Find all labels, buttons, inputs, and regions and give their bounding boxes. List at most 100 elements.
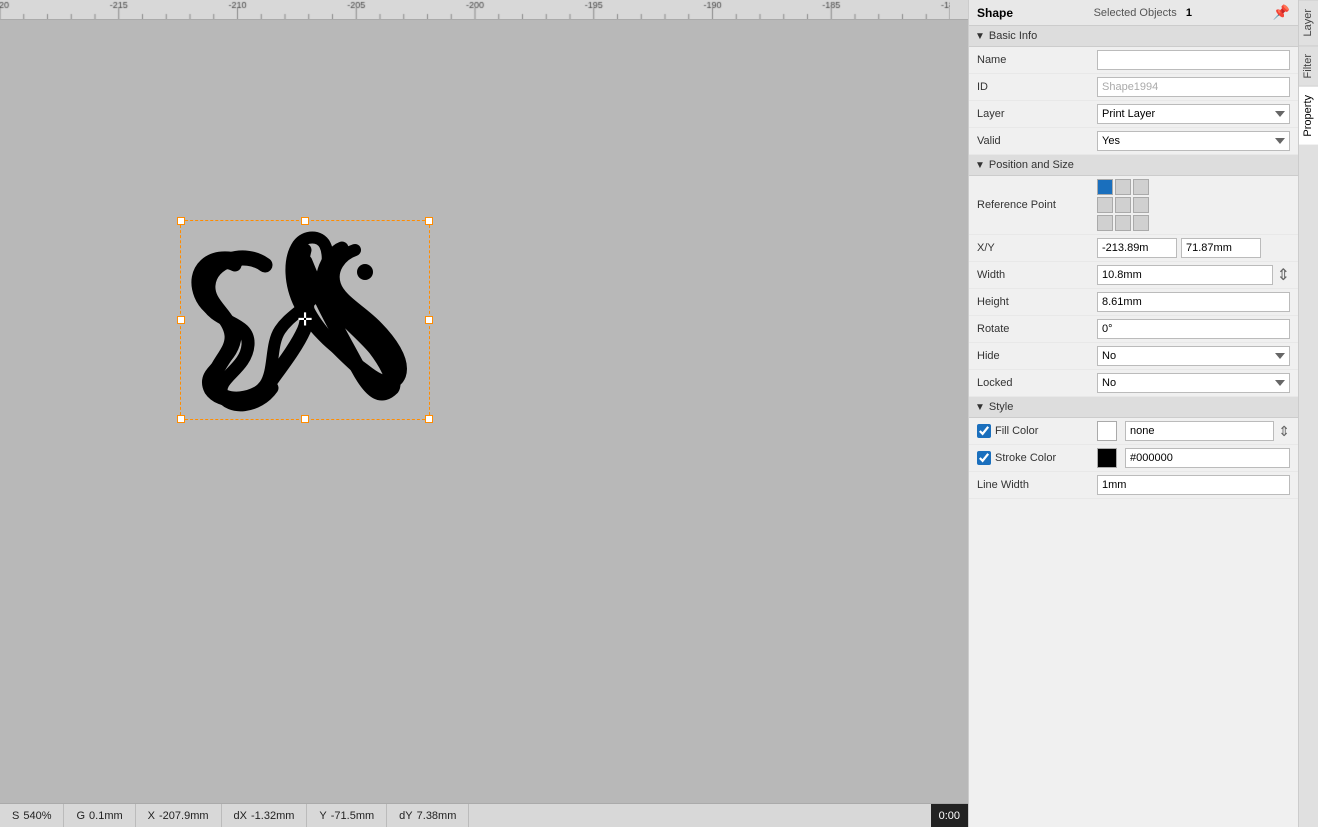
right-panel: Shape Selected Objects 1 📌 ▼ Basic Info …: [968, 0, 1318, 827]
id-label: ID: [977, 81, 1097, 93]
shape-label: Shape: [977, 6, 1013, 20]
stroke-color-label: Stroke Color: [995, 452, 1056, 464]
id-row: ID: [969, 74, 1298, 101]
status-scale: S 540%: [0, 804, 64, 827]
height-label: Height: [977, 296, 1097, 308]
name-row: Name: [969, 47, 1298, 74]
status-y: Y -71.5mm: [307, 804, 387, 827]
ref-point-label: Reference Point: [977, 199, 1097, 211]
panel-tabs: Layer Filter Property: [1298, 0, 1318, 827]
fill-color-control: [1097, 421, 1274, 441]
y-value: -71.5mm: [331, 810, 374, 822]
stroke-color-row: Stroke Color: [969, 445, 1298, 472]
height-row: Height: [969, 289, 1298, 316]
fill-color-swatch[interactable]: [1097, 421, 1117, 441]
fill-color-input[interactable]: [1125, 421, 1274, 441]
x-value: -207.9mm: [159, 810, 209, 822]
panel-header: Shape Selected Objects 1 📌: [969, 0, 1298, 26]
width-row: Width ⇕: [969, 262, 1298, 289]
fill-color-checkbox-label: Fill Color: [977, 424, 1097, 438]
x-label: X: [148, 810, 155, 822]
locked-label: Locked: [977, 377, 1097, 389]
ref-point-row: Reference Point: [969, 176, 1298, 235]
hide-label: Hide: [977, 350, 1097, 362]
basic-info-arrow: ▼: [975, 31, 985, 42]
name-label: Name: [977, 54, 1097, 66]
stroke-color-checkbox-label: Stroke Color: [977, 451, 1097, 465]
locked-select[interactable]: No Yes: [1097, 373, 1290, 393]
fill-swap-icon[interactable]: ⇕: [1278, 423, 1290, 440]
status-x: X -207.9mm: [136, 804, 222, 827]
ref-point-mm[interactable]: [1115, 197, 1131, 213]
width-input[interactable]: [1097, 265, 1273, 285]
fill-color-checkbox[interactable]: [977, 424, 991, 438]
ref-point-br[interactable]: [1133, 215, 1149, 231]
layer-row: Layer Print Layer Cut Layer Score Layer: [969, 101, 1298, 128]
selected-objects-label: Selected Objects 1: [1094, 7, 1192, 19]
line-width-input[interactable]: [1097, 475, 1290, 495]
width-control: [1097, 265, 1273, 285]
rotate-label: Rotate: [977, 323, 1097, 335]
pin-icon[interactable]: 📌: [1273, 4, 1290, 21]
ref-point-bl[interactable]: [1097, 215, 1113, 231]
hide-select[interactable]: No Yes: [1097, 346, 1290, 366]
layer-select[interactable]: Print Layer Cut Layer Score Layer: [1097, 104, 1290, 124]
dx-label: dX: [234, 810, 247, 822]
status-dx: dX -1.32mm: [222, 804, 308, 827]
status-time: 0:00: [931, 804, 968, 827]
tab-layer[interactable]: Layer: [1299, 0, 1318, 45]
ref-point-control: [1097, 179, 1290, 231]
ref-point-tl[interactable]: [1097, 179, 1113, 195]
canvas-area: ✛ S 540% G 0.1mm X -207.9mm dX -1.32mm Y: [0, 0, 968, 827]
rotate-input[interactable]: [1097, 319, 1290, 339]
stroke-color-input[interactable]: [1125, 448, 1290, 468]
height-control: [1097, 292, 1290, 312]
line-width-row: Line Width: [969, 472, 1298, 499]
height-input[interactable]: [1097, 292, 1290, 312]
ref-point-grid: [1097, 179, 1149, 231]
ref-point-tm[interactable]: [1115, 179, 1131, 195]
section-basic-info[interactable]: ▼ Basic Info: [969, 26, 1298, 47]
s-value: 540%: [23, 810, 51, 822]
y-input[interactable]: [1181, 238, 1261, 258]
name-input[interactable]: [1097, 50, 1290, 70]
status-bar: S 540% G 0.1mm X -207.9mm dX -1.32mm Y -…: [0, 803, 968, 827]
valid-select[interactable]: Yes No: [1097, 131, 1290, 151]
ref-point-mr[interactable]: [1133, 197, 1149, 213]
dy-label: dY: [399, 810, 412, 822]
basic-info-label: Basic Info: [989, 30, 1037, 42]
lock-resize-icon[interactable]: ⇕: [1277, 265, 1290, 285]
locked-row: Locked No Yes: [969, 370, 1298, 397]
line-width-label: Line Width: [977, 479, 1097, 491]
layer-control: Print Layer Cut Layer Score Layer: [1097, 104, 1290, 124]
stroke-color-swatch[interactable]: [1097, 448, 1117, 468]
id-input[interactable]: [1097, 77, 1290, 97]
rotate-control: [1097, 319, 1290, 339]
stroke-color-checkbox[interactable]: [977, 451, 991, 465]
panel-content: Shape Selected Objects 1 📌 ▼ Basic Info …: [969, 0, 1298, 827]
position-size-arrow: ▼: [975, 160, 985, 171]
fill-color-label: Fill Color: [995, 425, 1038, 437]
stroke-color-label-container: Stroke Color: [977, 451, 1097, 465]
xy-control: [1097, 238, 1290, 258]
ref-point-tr[interactable]: [1133, 179, 1149, 195]
ref-point-bm[interactable]: [1115, 215, 1131, 231]
status-grid: G 0.1mm: [64, 804, 135, 827]
xy-row: X/Y: [969, 235, 1298, 262]
position-size-label: Position and Size: [989, 159, 1074, 171]
xy-label: X/Y: [977, 242, 1097, 254]
s-label: S: [12, 810, 19, 822]
tab-property[interactable]: Property: [1299, 86, 1318, 145]
rotate-row: Rotate: [969, 316, 1298, 343]
x-input[interactable]: [1097, 238, 1177, 258]
tab-filter[interactable]: Filter: [1299, 45, 1318, 86]
canvas-viewport[interactable]: ✛: [0, 20, 968, 803]
valid-row: Valid Yes No: [969, 128, 1298, 155]
y-label: Y: [319, 810, 326, 822]
ref-point-ml[interactable]: [1097, 197, 1113, 213]
style-label: Style: [989, 401, 1013, 413]
section-style[interactable]: ▼ Style: [969, 397, 1298, 418]
layer-label: Layer: [977, 108, 1097, 120]
shape-container[interactable]: ✛: [180, 220, 430, 420]
section-position-size[interactable]: ▼ Position and Size: [969, 155, 1298, 176]
